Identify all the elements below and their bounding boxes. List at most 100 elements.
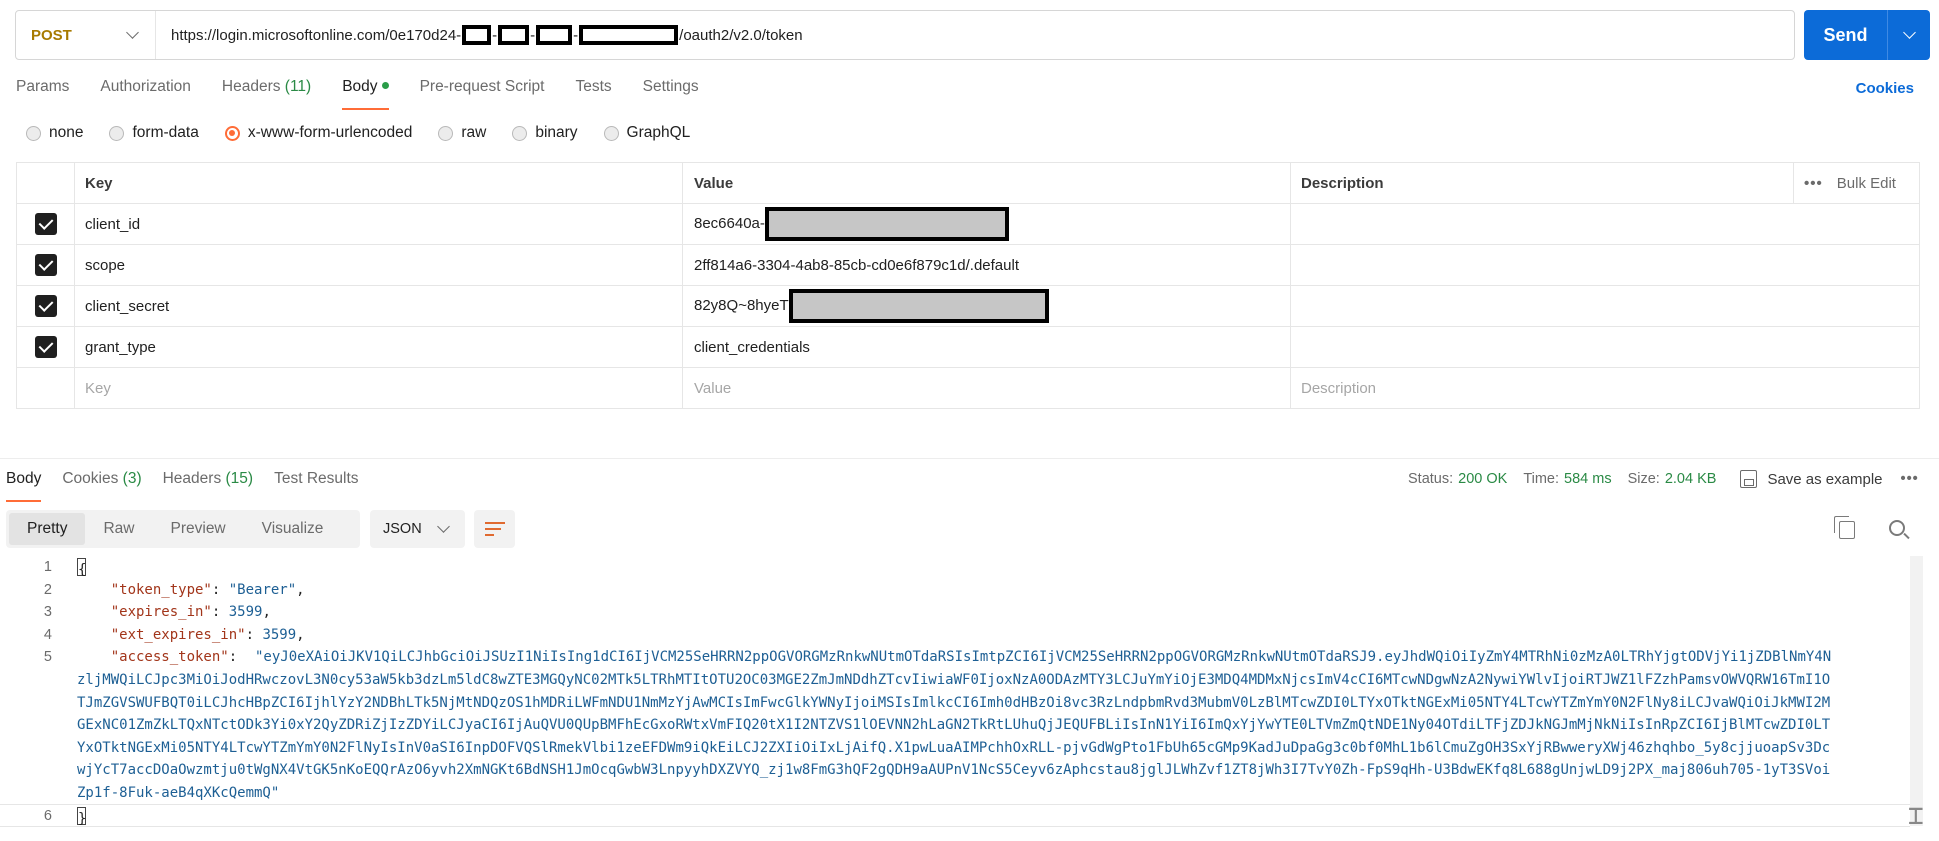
new-value-input[interactable]: Value [682,367,1291,409]
response-meta: Status: 200 OK Time: 584 ms Size: 2.04 K… [1408,470,1919,488]
divider [0,458,1939,459]
redaction-box [579,25,679,45]
radio-circle[interactable] [224,125,240,141]
editor-scrollbar[interactable] [1910,556,1923,826]
text-cursor-icon: ⌶ [1908,801,1924,831]
row-checkbox[interactable] [34,213,57,235]
table-row-empty: Key Value Description [16,367,1920,409]
tab-headers[interactable]: Headers (11) [222,78,311,110]
code-line: 2 "token_type": "Bearer", [43,581,305,598]
cookies-link[interactable]: Cookies [1856,80,1914,97]
size-value[interactable]: 2.04 KB [1665,471,1717,487]
row-checkbox[interactable] [34,295,57,317]
radio-raw[interactable]: raw [438,124,486,142]
tab-authorization[interactable]: Authorization [100,78,190,110]
access-token-value: "eyJ0eXAiOiJKV1QiLCJhbGciOiJSUzI1NiIsIng… [77,649,1832,801]
tab-body[interactable]: Body [342,78,389,110]
redaction-box [462,25,492,45]
more-options-icon[interactable]: ••• [1901,471,1919,487]
radio-circle[interactable] [512,125,528,141]
radio-graphql[interactable]: GraphQL [603,124,690,142]
radio-circle[interactable] [26,125,41,141]
param-description[interactable] [1290,326,1920,368]
code-line: 4 "ext_expires_in": 3599, [43,626,305,643]
param-value[interactable]: 8ec6640a- [682,203,1291,245]
column-header-description: Description [1290,162,1794,204]
chevron-down-icon [126,26,139,39]
more-options-icon[interactable]: ••• [1804,175,1823,192]
tab-response-body[interactable]: Body [6,470,42,502]
url-input[interactable]: https://login.microsoftonline.com/0e170d… [156,25,803,45]
wrap-lines-button[interactable] [474,510,515,548]
param-value[interactable]: 2ff814a6-3304-4ab8-85cb-cd0e6f879c1d/.de… [682,244,1291,286]
save-as-example-button[interactable]: Save as example [1740,470,1883,488]
save-icon [1740,470,1758,488]
new-key-input[interactable]: Key [74,367,683,409]
column-header-key: Key [74,162,683,204]
tab-settings[interactable]: Settings [643,78,699,110]
view-preview[interactable]: Preview [153,513,244,545]
tab-response-cookies[interactable]: Cookies (3) [62,470,141,502]
radio-none[interactable]: none [26,124,83,142]
radio-circle[interactable] [109,125,125,141]
row-checkbox[interactable] [34,336,57,358]
format-select[interactable]: JSON [370,510,465,548]
wrap-lines-icon [484,521,505,537]
radio-form-data[interactable]: form-data [109,124,199,142]
radio-binary[interactable]: binary [512,124,578,142]
send-label: Send [1804,10,1888,60]
brace-match: } [77,807,86,827]
bulk-edit-link[interactable]: Bulk Edit [1837,175,1896,192]
chevron-down-icon [1902,26,1916,39]
status-label: Status: [1408,471,1454,487]
search-icon[interactable] [1889,520,1905,536]
tab-test-results[interactable]: Test Results [274,470,358,502]
copy-icon[interactable] [1834,516,1855,539]
radio-circle[interactable] [438,125,454,141]
code-line: 6 } [0,804,1910,827]
send-button[interactable]: Send [1804,10,1930,60]
time-label: Time: [1523,471,1560,487]
tab-pre-request-script[interactable]: Pre-request Script [420,78,545,110]
param-key[interactable]: scope [74,244,683,286]
param-description[interactable] [1290,203,1920,245]
body-type-radios: none form-data x-www-form-urlencoded raw… [26,124,716,142]
modified-dot-icon [381,81,389,89]
column-header-value: Value [682,162,1291,204]
response-code-editor[interactable]: 1 { 2 "token_type": "Bearer", 3 "expires… [0,556,1910,827]
param-key[interactable]: client_id [74,203,683,245]
code-line: 1 { [43,558,87,578]
param-description[interactable] [1290,244,1920,286]
tab-tests[interactable]: Tests [575,78,611,110]
tab-params[interactable]: Params [16,78,69,110]
method-select[interactable]: POST [16,11,156,59]
table-row: grant_type client_credentials [16,326,1920,368]
view-raw[interactable]: Raw [85,513,152,545]
row-checkbox[interactable] [34,254,57,276]
status-value[interactable]: 200 OK [1458,471,1507,487]
view-visualize[interactable]: Visualize [244,513,342,545]
request-tabs: Params Authorization Headers (11) Body P… [16,78,730,110]
request-url-bar: POST https://login.microsoftonline.com/0… [15,10,1795,60]
url-suffix: /oauth2/v2.0/token [679,26,803,44]
code-line: 3 "expires_in": 3599, [43,604,271,621]
send-options-button[interactable] [1888,10,1930,60]
view-pretty[interactable]: Pretty [9,513,86,545]
redaction-box [498,25,530,45]
method-label: POST [31,26,72,44]
radio-circle[interactable] [603,125,619,141]
bulk-edit-cell: ••• Bulk Edit [1793,162,1920,204]
table-row: client_id 8ec6640a- [16,203,1920,245]
time-value[interactable]: 584 ms [1564,471,1612,487]
new-description-input[interactable]: Description [1290,367,1920,409]
param-value[interactable]: client_credentials [682,326,1291,368]
redaction-box [536,25,573,45]
tab-response-headers[interactable]: Headers (15) [163,470,253,502]
table-header-row: Key Value Description ••• Bulk Edit [16,162,1920,204]
param-value[interactable]: 82y8Q~8hyeT [682,285,1291,327]
radio-x-www-form-urlencoded[interactable]: x-www-form-urlencoded [224,124,412,142]
param-key[interactable]: client_secret [74,285,683,327]
param-key[interactable]: grant_type [74,326,683,368]
table-row: client_secret 82y8Q~8hyeT [16,285,1920,327]
param-description[interactable] [1290,285,1920,327]
